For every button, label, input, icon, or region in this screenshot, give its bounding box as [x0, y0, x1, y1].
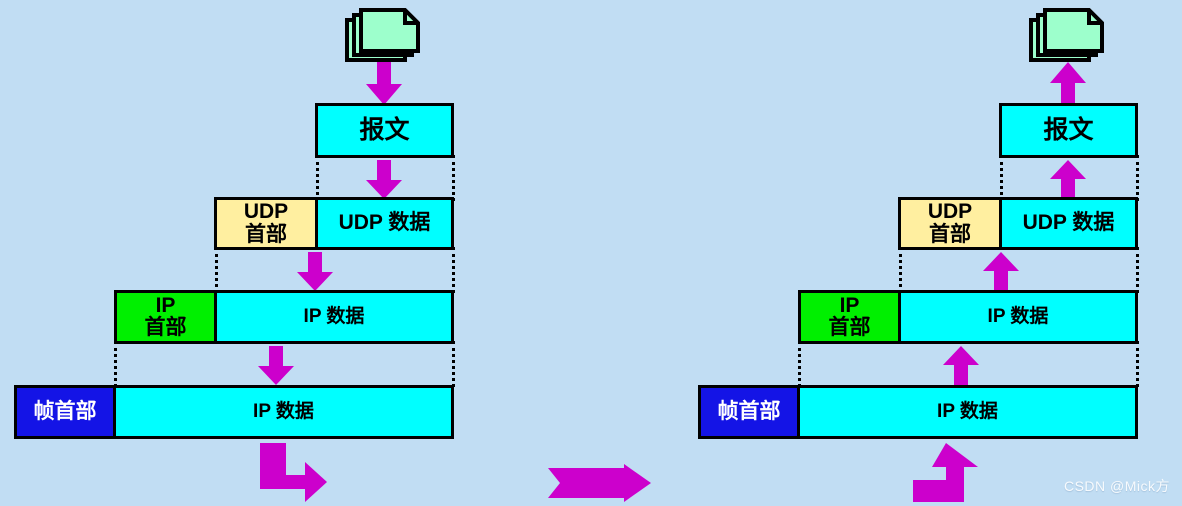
left-frame-data-label: IP 数据: [116, 388, 451, 436]
arrow-down-ip-to-frame: [258, 346, 294, 385]
left-row-message[interactable]: 报文: [315, 103, 454, 158]
left-ip-data-label: IP 数据: [217, 293, 451, 341]
diagram-canvas: 报文 UDP 首部 UDP 数据 IP 首部 IP 数据 帧首部 IP 数据 报…: [0, 0, 1182, 506]
arrow-elbow-right-up-from-network: [913, 443, 978, 502]
left-frame-header-label: 帧首部: [17, 388, 116, 436]
guide-line-left-message: [316, 155, 319, 201]
arrow-down-message-to-udp: [366, 160, 402, 199]
right-row-message[interactable]: 报文: [999, 103, 1138, 158]
right-row-udp[interactable]: UDP 首部 UDP 数据: [898, 197, 1138, 250]
guide-line-right-ip: [452, 341, 455, 387]
watermark-text: CSDN @Mick方: [1063, 478, 1170, 494]
right-ip-data-label: IP 数据: [901, 293, 1135, 341]
arrow-down-docs-to-message: [366, 62, 402, 105]
arrow-elbow-down-right-to-network: [260, 443, 327, 502]
guide-line-left-udp-right: [899, 247, 902, 293]
guide-line-left-udp: [215, 247, 218, 293]
guide-line-right-udp-right: [1136, 247, 1139, 293]
guide-line-right-udp: [452, 247, 455, 293]
guide-line-right-ip-right: [1136, 341, 1139, 387]
right-ip-header-label: IP 首部: [801, 293, 901, 341]
arrow-up-udp-to-message: [1050, 160, 1086, 199]
arrow-up-ip-to-udp: [983, 252, 1019, 291]
left-message-label: 报文: [318, 106, 451, 155]
right-frame-data-label: IP 数据: [800, 388, 1135, 436]
right-udp-header-label: UDP 首部: [901, 200, 1002, 247]
left-ip-header-label: IP 首部: [117, 293, 217, 341]
left-row-ip[interactable]: IP 首部 IP 数据: [114, 290, 454, 344]
right-frame-header-label: 帧首部: [701, 388, 800, 436]
guide-line-right-message: [452, 155, 455, 201]
right-udp-data-label: UDP 数据: [1002, 200, 1135, 247]
guide-line-right-message-right: [1136, 155, 1139, 201]
guide-line-left-ip: [114, 341, 117, 387]
guide-line-left-ip-right: [798, 341, 801, 387]
arrow-up-frame-to-ip: [943, 346, 979, 385]
right-message-label: 报文: [1002, 106, 1135, 155]
arrow-right-network-transit: [548, 464, 651, 502]
left-row-frame[interactable]: 帧首部 IP 数据: [14, 385, 454, 439]
arrow-up-message-to-docs: [1050, 62, 1086, 105]
left-udp-data-label: UDP 数据: [318, 200, 451, 247]
left-row-udp[interactable]: UDP 首部 UDP 数据: [214, 197, 454, 250]
right-row-ip[interactable]: IP 首部 IP 数据: [798, 290, 1138, 344]
left-udp-header-label: UDP 首部: [217, 200, 318, 247]
guide-line-left-message-right: [1000, 155, 1003, 201]
arrow-down-udp-to-ip: [297, 252, 333, 291]
right-row-frame[interactable]: 帧首部 IP 数据: [698, 385, 1138, 439]
